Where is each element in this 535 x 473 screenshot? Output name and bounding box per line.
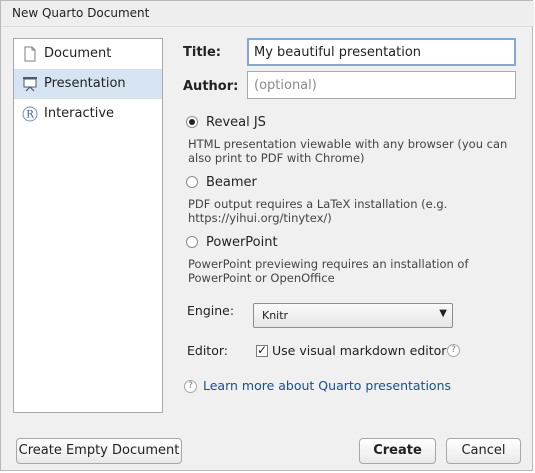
sidebar-item-label: Document (44, 46, 112, 61)
powerpoint-radio[interactable] (186, 236, 198, 248)
cancel-button[interactable]: Cancel (446, 438, 521, 464)
help-icon: ? (184, 380, 197, 393)
title-label: Title: (183, 45, 222, 60)
sidebar-item-presentation[interactable]: Presentation (14, 69, 162, 99)
create-button[interactable]: Create (359, 438, 436, 464)
sidebar-item-interactive[interactable]: R Interactive (14, 99, 162, 129)
beamer-description: PDF output requires a LaTeX installation… (188, 197, 448, 225)
visual-editor-label[interactable]: Use visual markdown editor (272, 343, 446, 358)
dialog-title: New Quarto Document (12, 6, 150, 20)
engine-select[interactable]: Knitr ▼ (253, 303, 453, 328)
powerpoint-label[interactable]: PowerPoint (206, 235, 278, 250)
beamer-radio[interactable] (186, 176, 198, 188)
reveal-js-radio[interactable] (186, 116, 198, 128)
visual-editor-checkbox[interactable]: ✓ (256, 343, 268, 357)
engine-label: Engine: (187, 303, 235, 318)
sidebar-item-document[interactable]: Document (14, 39, 162, 69)
learn-more-link[interactable]: Learn more about Quarto presentations (203, 378, 451, 393)
new-quarto-document-dialog: New Quarto Document Document Presentatio… (0, 0, 534, 471)
author-input[interactable] (247, 71, 516, 99)
dropdown-arrow-icon: ▼ (439, 308, 447, 319)
powerpoint-description: PowerPoint previewing requires an instal… (188, 257, 469, 285)
reveal-js-label[interactable]: Reveal JS (206, 115, 266, 130)
document-icon (24, 46, 36, 62)
sidebar-item-label: Interactive (44, 106, 115, 121)
checkmark-icon: ✓ (257, 343, 268, 357)
create-empty-document-button[interactable]: Create Empty Document (16, 438, 182, 464)
title-input[interactable] (247, 38, 516, 66)
presentation-icon (23, 77, 37, 92)
document-type-sidebar: Document Presentation R Interactive (13, 38, 163, 413)
reveal-js-description: HTML presentation viewable with any brow… (188, 137, 508, 165)
editor-label: Editor: (187, 343, 228, 358)
svg-text:R: R (26, 110, 34, 121)
engine-selected-value: Knitr (262, 309, 289, 322)
author-label: Author: (183, 79, 239, 94)
dialog-titlebar[interactable]: New Quarto Document (1, 1, 534, 27)
beamer-label[interactable]: Beamer (206, 175, 257, 190)
sidebar-item-label: Presentation (44, 76, 126, 91)
r-interactive-icon: R (22, 106, 38, 122)
help-icon[interactable]: ? (447, 344, 460, 357)
